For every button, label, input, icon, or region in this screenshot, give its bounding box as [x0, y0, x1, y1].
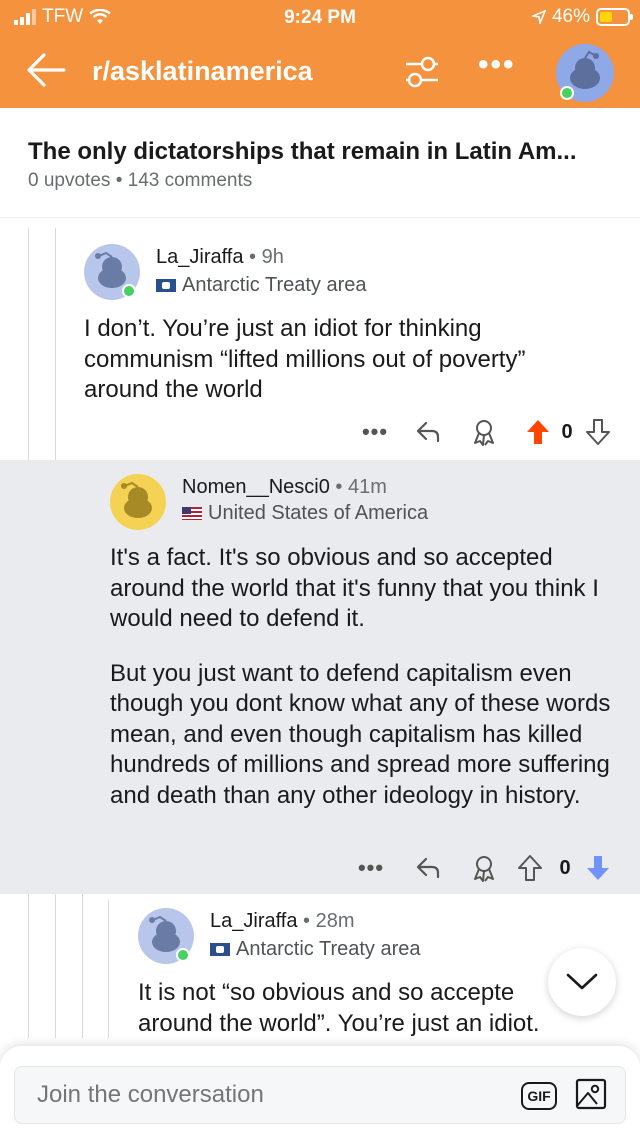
downvote-button[interactable]	[580, 850, 616, 886]
comment-body: It is not “so obvious and so accepte aro…	[138, 978, 618, 1039]
comment-count: 143 comments	[127, 170, 253, 191]
status-bar: TFW 9:24 PM 46%	[0, 0, 640, 36]
post-title[interactable]: The only dictatorships that remain in La…	[28, 138, 577, 166]
age-separator: •	[335, 476, 343, 498]
us-flag-icon	[182, 507, 202, 520]
flair-text: Antarctic Treaty area	[236, 938, 421, 960]
snoo-icon	[121, 481, 152, 518]
comment-more-button[interactable]: •••	[360, 414, 390, 450]
comment-age: 28m	[315, 910, 355, 932]
reply-icon	[416, 857, 440, 879]
user-flair: Antarctic Treaty area	[210, 938, 421, 961]
chevron-down-icon	[566, 973, 598, 990]
upvote-icon	[527, 420, 549, 444]
comment-line: around the world”. You’re just an idiot.	[138, 1009, 540, 1037]
online-indicator	[122, 284, 136, 298]
comment-body: I don’t. You’re just an idiot for thinki…	[84, 314, 584, 430]
downvote-icon	[587, 856, 609, 880]
top-bar: TFW 9:24 PM 46% r/asklatinamerica •••	[0, 0, 640, 108]
upvote-button[interactable]	[512, 850, 548, 886]
comment-more-button[interactable]: •••	[356, 850, 386, 886]
comment-body: It's a fact. It's so obvious and so acce…	[110, 543, 626, 835]
username[interactable]: La_Jiraffa	[156, 246, 243, 268]
downvote-button[interactable]	[580, 414, 616, 450]
reply-button[interactable]	[410, 850, 446, 886]
profile-avatar[interactable]	[556, 44, 614, 102]
comment-header: La_Jiraffa • 28m	[210, 910, 355, 933]
comment-paragraph: It's a fact. It's so obvious and so acce…	[110, 544, 599, 632]
age-separator: •	[249, 246, 257, 268]
award-button[interactable]	[466, 850, 502, 886]
user-flair: Antarctic Treaty area	[156, 274, 367, 297]
upvote-button[interactable]	[520, 414, 556, 450]
avatar[interactable]	[110, 474, 166, 530]
comment-paragraph: I don’t. You’re just an idiot for thinki…	[84, 315, 526, 403]
meta-separator: •	[115, 170, 123, 191]
online-indicator	[560, 86, 574, 100]
comment-age: 9h	[261, 246, 284, 268]
comment-actions: ••• 0	[0, 414, 640, 450]
antarctica-flag-icon	[210, 943, 230, 956]
award-icon	[474, 856, 494, 882]
award-icon	[474, 420, 494, 446]
more-icon[interactable]: •••	[478, 48, 516, 82]
downvote-icon	[586, 419, 610, 445]
username[interactable]: Nomen__Nesci0	[182, 476, 330, 498]
comment: La_Jiraffa • 28m Antarctic Treaty area I…	[0, 894, 640, 1046]
flair-text: United States of America	[208, 502, 429, 524]
user-flair: United States of America	[182, 502, 428, 525]
post-meta: 0 upvotes • 143 comments	[28, 170, 252, 192]
comment-highlighted: Nomen__Nesci0 • 41m United States of Ame…	[0, 460, 640, 894]
comment-age: 41m	[348, 476, 387, 498]
upvote-icon	[518, 855, 542, 881]
reply-button[interactable]	[410, 414, 446, 450]
back-arrow-icon[interactable]	[24, 50, 68, 90]
age-separator: •	[303, 910, 311, 932]
comment-score: 0	[559, 856, 571, 879]
avatar[interactable]	[84, 244, 140, 300]
flair-text: Antarctic Treaty area	[182, 274, 367, 296]
battery-percent: 46%	[551, 6, 590, 27]
nav-row: r/asklatinamerica •••	[0, 40, 640, 104]
comment-line: It is not “so obvious and so accepte	[138, 979, 515, 1006]
comment-header: La_Jiraffa • 9h	[156, 246, 284, 269]
status-right: 46%	[531, 6, 633, 28]
comment-score: 0	[561, 420, 573, 443]
comment: La_Jiraffa • 9h Antarctic Treaty area I …	[0, 218, 640, 460]
comment-actions: ••• 0	[0, 850, 640, 886]
reply-icon	[416, 421, 440, 443]
gif-icon[interactable]: GIF	[521, 1082, 557, 1110]
scroll-down-button[interactable]	[548, 948, 616, 1016]
avatar[interactable]	[138, 908, 194, 964]
subreddit-name[interactable]: r/asklatinamerica	[92, 56, 313, 87]
online-indicator	[176, 948, 190, 962]
filter-icon[interactable]	[402, 52, 442, 92]
antarctica-flag-icon	[156, 279, 176, 292]
battery-icon	[596, 8, 633, 26]
image-icon[interactable]	[575, 1078, 607, 1110]
comment-header: Nomen__Nesci0 • 41m	[182, 476, 387, 499]
award-button[interactable]	[466, 414, 502, 450]
post-header: The only dictatorships that remain in La…	[0, 108, 640, 218]
location-icon	[531, 10, 546, 24]
upvote-count: 0 upvotes	[28, 170, 111, 191]
username[interactable]: La_Jiraffa	[210, 910, 297, 932]
comment-paragraph: But you just want to defend capitalism e…	[110, 659, 611, 809]
